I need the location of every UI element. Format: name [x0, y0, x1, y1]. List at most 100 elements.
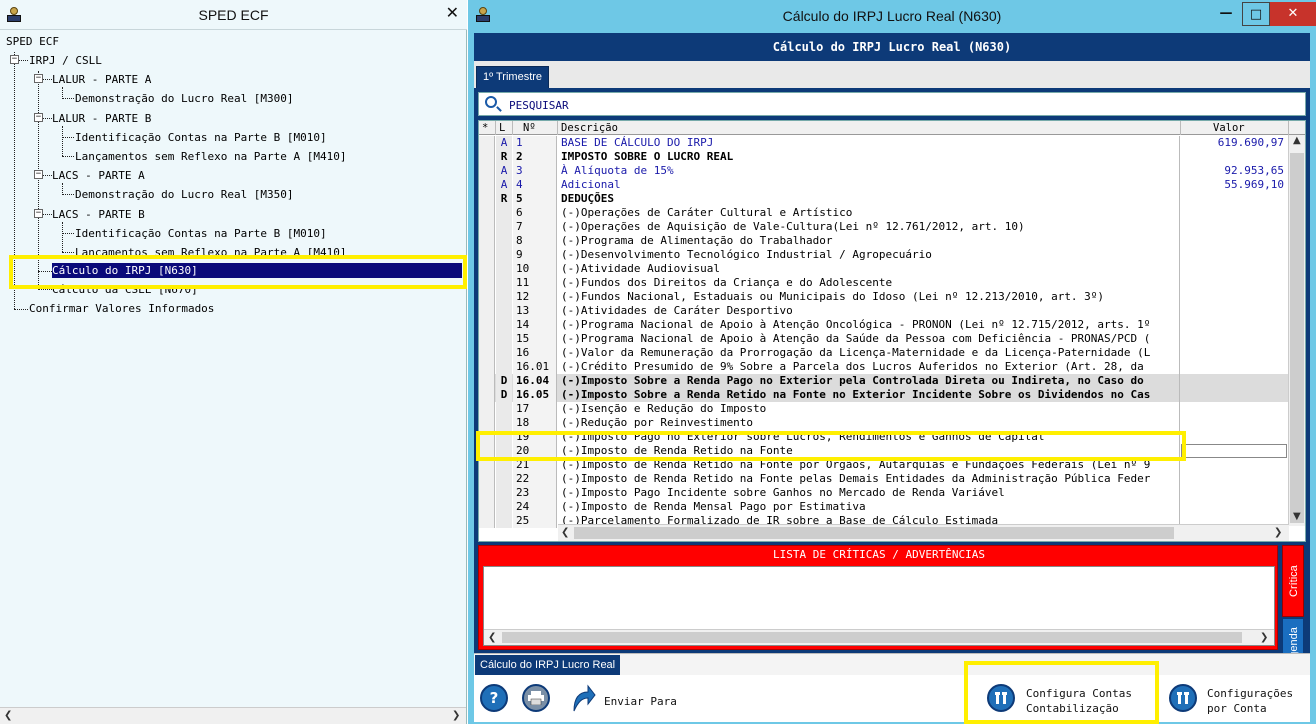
scroll-up-icon[interactable]: ▲	[1293, 135, 1301, 146]
tree-node-lalur-parte-b[interactable]: LALUR - PARTE B	[52, 111, 151, 126]
table-row[interactable]: 21 (-)Imposto de Renda Retido na Fonte po…	[479, 458, 1289, 472]
table-row[interactable]: D 16.05 (-)Imposto Sobre a Renda Retido na…	[479, 388, 1289, 402]
contabilizacao-label[interactable]: Contabilização	[1026, 702, 1119, 716]
tree-node-identificacao-m010-lacs[interactable]: Identificação Contas na Parte B [M010]	[75, 226, 327, 241]
tree-node-lacs-parte-b[interactable]: LACS - PARTE B	[52, 207, 145, 222]
row-value-cell[interactable]	[1181, 346, 1287, 360]
tab-critica[interactable]: Crítica	[1282, 545, 1304, 617]
tree-node-demonstracao-m350[interactable]: Demonstração do Lucro Real [M350]	[75, 187, 294, 202]
row-value-cell[interactable]	[1181, 304, 1287, 318]
configuracoes-label[interactable]: Configurações	[1207, 687, 1293, 701]
collapse-toggle-irpj[interactable]: −	[10, 55, 19, 64]
table-row[interactable]: 24 (-)Imposto de Renda Mensal Pago por Es…	[479, 500, 1289, 514]
scroll-left-icon[interactable]: ❮	[4, 710, 12, 721]
row-value-cell[interactable]	[1181, 318, 1287, 332]
tab-1-trimestre[interactable]: 1º Trimestre	[476, 66, 550, 88]
row-value-cell[interactable]	[1181, 248, 1287, 262]
tree-node-demonstracao-m300[interactable]: Demonstração do Lucro Real [M300]	[75, 91, 294, 106]
table-row[interactable]: 19 (-)Imposto Pago no Exterior sobre Lucr…	[479, 430, 1289, 444]
table-row[interactable]: 17 (-)Isenção e Redução do Imposto	[479, 402, 1289, 416]
row-value-cell[interactable]	[1181, 220, 1287, 234]
table-row[interactable]: 16 (-)Valor da Remuneração da Prorrogação…	[479, 346, 1289, 360]
row-value-cell[interactable]	[1181, 262, 1287, 276]
row-value-cell[interactable]	[1181, 192, 1287, 206]
row-value-cell[interactable]	[1181, 290, 1287, 304]
collapse-toggle-lalur-a[interactable]: −	[34, 74, 43, 83]
scroll-down-icon[interactable]: ▼	[1293, 511, 1301, 522]
scroll-left-icon[interactable]: ❮	[561, 527, 569, 538]
collapse-toggle-lacs-a[interactable]: −	[34, 170, 43, 179]
grid-vertical-scrollbar[interactable]: ▲ ▼	[1288, 135, 1305, 526]
tree-node-calculo-irpj-n630[interactable]: Cálculo do IRPJ [N630]	[52, 263, 462, 278]
minimize-button[interactable]: —	[1212, 2, 1240, 26]
table-row[interactable]: 10 (-)Atividade Audiovisual	[479, 262, 1289, 276]
row-value-cell[interactable]: 92.953,65	[1181, 164, 1287, 178]
scroll-right-icon[interactable]: ❯	[452, 710, 460, 721]
row-value-cell[interactable]	[1181, 388, 1287, 402]
row-value-cell[interactable]	[1181, 360, 1287, 374]
col-l[interactable]: L	[496, 121, 513, 135]
criticas-horizontal-scrollbar[interactable]: ❮ ❯	[484, 629, 1274, 645]
table-row[interactable]: A 1 BASE DE CÁLCULO DO IRPJ 619.690,97	[479, 136, 1289, 150]
table-row[interactable]: 8 (-)Programa de Alimentação do Trabalhad…	[479, 234, 1289, 248]
configura-contas-button[interactable]	[987, 684, 1015, 712]
enviar-para-button[interactable]	[568, 683, 596, 713]
row-value-cell[interactable]	[1181, 500, 1287, 514]
col-star[interactable]: *	[479, 121, 496, 135]
table-row[interactable]: 16.01 (-)Crédito Presumido de 9% Sobre a …	[479, 360, 1289, 374]
help-button[interactable]: ?	[480, 684, 508, 712]
enviar-para-label[interactable]: Enviar Para	[604, 695, 677, 709]
tree-node-confirmar-valores[interactable]: Confirmar Valores Informados	[29, 301, 214, 316]
table-row[interactable]: 18 (-)Redução por Reinvestimento	[479, 416, 1289, 430]
row-value-cell[interactable]: 619.690,97	[1181, 136, 1287, 150]
scroll-right-icon[interactable]: ❯	[1260, 632, 1268, 643]
scroll-right-icon[interactable]: ❯	[1274, 527, 1282, 538]
tree-node-lalur-parte-a[interactable]: LALUR - PARTE A	[52, 72, 151, 87]
search-input[interactable]	[509, 97, 1299, 113]
row-value-cell[interactable]	[1181, 276, 1287, 290]
collapse-toggle-lalur-b[interactable]: −	[34, 113, 43, 122]
row-value-cell[interactable]	[1181, 332, 1287, 346]
table-row[interactable]: 7 (-)Operações de Aquisição de Vale-Cultu…	[479, 220, 1289, 234]
table-row[interactable]: 20 (-)Imposto de Renda Retido na Fonte	[479, 444, 1289, 458]
col-descricao[interactable]: Descrição	[558, 121, 1181, 135]
tree-node-lancamentos-m410[interactable]: Lançamentos sem Reflexo na Parte A [M410…	[75, 149, 347, 164]
row-value-cell[interactable]	[1181, 374, 1287, 388]
tree-node-calculo-csll-n670[interactable]: Cálculo da CSLL [N670]	[52, 282, 198, 297]
por-conta-label[interactable]: por Conta	[1207, 702, 1267, 716]
row-value-cell[interactable]	[1181, 416, 1287, 430]
row-value-cell[interactable]	[1181, 486, 1287, 500]
table-row[interactable]: D 16.04 (-)Imposto Sobre a Renda Pago no E…	[479, 374, 1289, 388]
hscroll-thumb[interactable]	[574, 527, 1174, 539]
col-numero[interactable]: Nº	[513, 121, 558, 135]
row-value-cell[interactable]	[1181, 206, 1287, 220]
search-icon[interactable]	[485, 96, 497, 108]
tab-calculo-irpj[interactable]: Cálculo do IRPJ Lucro Real	[475, 655, 621, 676]
table-row[interactable]: 14 (-)Programa Nacional de Apoio à Atençã…	[479, 318, 1289, 332]
col-valor[interactable]: Valor	[1181, 121, 1289, 135]
tree-node-lacs-parte-a[interactable]: LACS - PARTE A	[52, 168, 145, 183]
row-value-cell[interactable]: 55.969,10	[1181, 178, 1287, 192]
row-value-cell[interactable]	[1181, 402, 1287, 416]
left-horizontal-scrollbar[interactable]: ❮ ❯	[0, 707, 466, 724]
row-value-cell[interactable]	[1181, 444, 1287, 458]
maximize-button[interactable]: □	[1242, 2, 1270, 26]
grid-horizontal-scrollbar[interactable]: ❮ ❯	[558, 524, 1289, 541]
table-row[interactable]: 15 (-)Programa Nacional de Apoio à Atençã…	[479, 332, 1289, 346]
table-row[interactable]: A3À Alíquota de 15% 92.953,65	[479, 164, 1289, 178]
tree-node-sped-ecf[interactable]: SPED ECF	[6, 34, 59, 49]
table-row[interactable]: A 4 Adicional 55.969,10	[479, 178, 1289, 192]
table-row[interactable]: 12 (-)Fundos Nacional, Estaduais ou Munic…	[479, 290, 1289, 304]
table-row[interactable]: 11 (-)Fundos dos Direitos da Criança e do…	[479, 276, 1289, 290]
tree-node-lancamentos-m410-lacs[interactable]: Lançamentos sem Reflexo na Parte A [M410…	[75, 245, 347, 260]
table-row[interactable]: 22 (-)Imposto de Renda Retido na Fonte pe…	[479, 472, 1289, 486]
close-button[interactable]: ✕	[1270, 2, 1316, 26]
close-icon[interactable]: ✕	[446, 3, 459, 22]
configuracoes-por-conta-button[interactable]	[1169, 684, 1197, 712]
collapse-toggle-lacs-b[interactable]: −	[34, 209, 43, 218]
row-value-cell[interactable]	[1181, 458, 1287, 472]
table-row[interactable]: 9 (-)Desenvolvimento Tecnológico Industri…	[479, 248, 1289, 262]
row-value-cell[interactable]	[1181, 430, 1287, 444]
row-value-cell[interactable]	[1181, 234, 1287, 248]
criticas-scroll-thumb[interactable]	[502, 632, 1242, 643]
